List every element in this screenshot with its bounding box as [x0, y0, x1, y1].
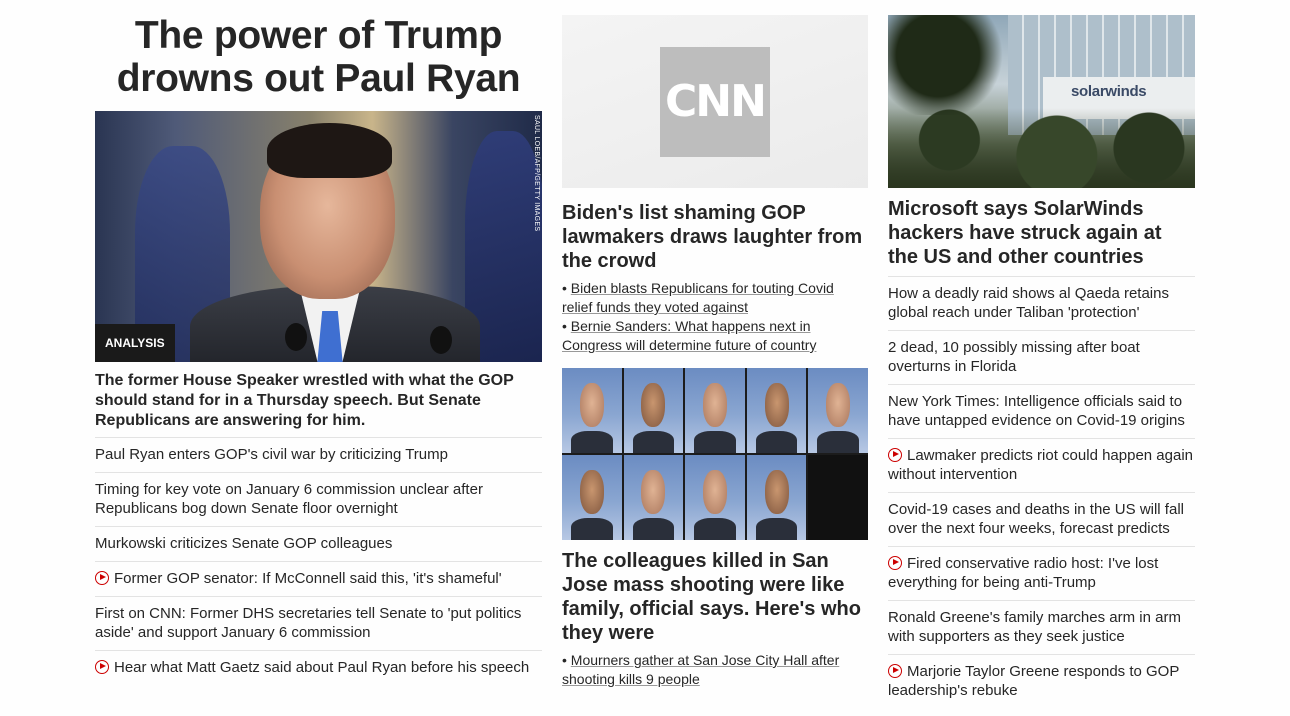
sublink[interactable]: • Bernie Sanders: What happens next in C…	[562, 317, 868, 355]
play-video-icon	[888, 448, 902, 462]
headline-item[interactable]: Marjorie Taylor Greene responds to GOP l…	[888, 654, 1195, 708]
headline-list: How a deadly raid shows al Qaeda retains…	[888, 276, 1195, 708]
middle-column: CNN Biden's list shaming GOP lawmakers d…	[562, 15, 868, 689]
cnn-placeholder-image[interactable]: CNN	[562, 15, 868, 188]
related-link[interactable]: Paul Ryan enters GOP's civil war by crit…	[95, 437, 542, 472]
solarwinds-image[interactable]: solarwinds	[888, 15, 1195, 188]
play-video-icon	[888, 556, 902, 570]
story-headline[interactable]: Biden's list shaming GOP lawmakers draws…	[562, 201, 868, 273]
story-headline[interactable]: Microsoft says SolarWinds hackers have s…	[888, 197, 1195, 269]
headline-item[interactable]: Fired conservative radio host: I've lost…	[888, 546, 1195, 600]
headline-item[interactable]: How a deadly raid shows al Qaeda retains…	[888, 276, 1195, 330]
related-link[interactable]: Hear what Matt Gaetz said about Paul Rya…	[95, 650, 542, 685]
story-headline[interactable]: The colleagues killed in San Jose mass s…	[562, 549, 868, 645]
related-link[interactable]: Timing for key vote on January 6 commiss…	[95, 472, 542, 526]
related-links: Paul Ryan enters GOP's civil war by crit…	[95, 437, 542, 685]
related-link[interactable]: Murkowski criticizes Senate GOP colleagu…	[95, 526, 542, 561]
right-column: solarwinds Microsoft says SolarWinds hac…	[888, 15, 1195, 708]
main-headline[interactable]: The power of Trump drowns out Paul Ryan	[95, 14, 542, 100]
sublink[interactable]: • Mourners gather at San Jose City Hall …	[562, 651, 868, 689]
related-link[interactable]: Former GOP senator: If McConnell said th…	[95, 561, 542, 596]
story-sublinks: • Biden blasts Republicans for touting C…	[562, 279, 868, 355]
headline-item[interactable]: New York Times: Intelligence officials s…	[888, 384, 1195, 438]
headline-item[interactable]: Ronald Greene's family marches arm in ar…	[888, 600, 1195, 654]
solarwinds-logo: solarwinds	[1071, 83, 1147, 100]
headline-item[interactable]: Lawmaker predicts riot could happen agai…	[888, 438, 1195, 492]
headline-item[interactable]: Covid-19 cases and deaths in the US will…	[888, 492, 1195, 546]
victims-photo-grid[interactable]	[562, 368, 868, 540]
story-sublinks: • Mourners gather at San Jose City Hall …	[562, 651, 868, 689]
main-story-image[interactable]: SAUL LOEB/AFP/GETTY IMAGES ANALYSIS	[95, 111, 542, 362]
play-video-icon	[95, 571, 109, 585]
sublink[interactable]: • Biden blasts Republicans for touting C…	[562, 279, 868, 317]
headline-item[interactable]: 2 dead, 10 possibly missing after boat o…	[888, 330, 1195, 384]
play-video-icon	[888, 664, 902, 678]
main-story: The power of Trump drowns out Paul Ryan …	[95, 14, 542, 685]
image-credit: SAUL LOEB/AFP/GETTY IMAGES	[533, 115, 540, 232]
cnn-logo: CNN	[660, 46, 770, 157]
play-video-icon	[95, 660, 109, 674]
main-story-description[interactable]: The former House Speaker wrestled with w…	[95, 371, 542, 431]
analysis-badge: ANALYSIS	[95, 324, 175, 362]
related-link[interactable]: First on CNN: Former DHS secretaries tel…	[95, 596, 542, 650]
